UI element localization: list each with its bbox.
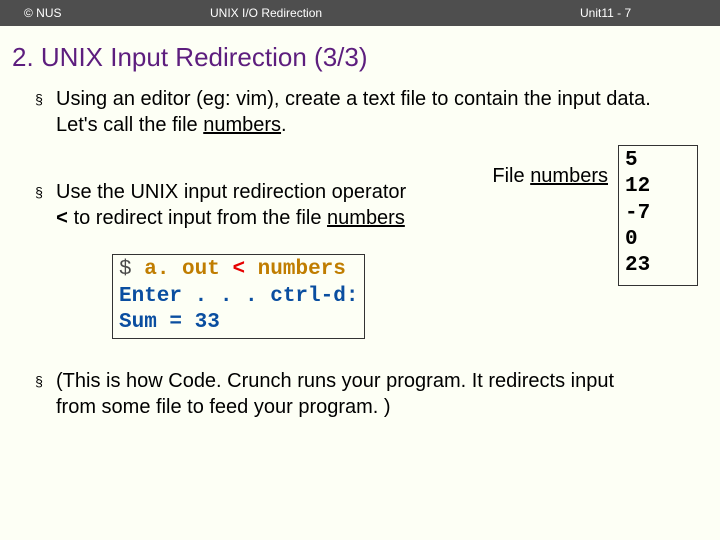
code-prompt: $	[119, 258, 144, 281]
bullet-marker: §	[22, 87, 56, 138]
b1-file: numbers	[203, 114, 281, 136]
code-out1: Enter . . . ctrl-d:	[119, 285, 358, 308]
file-line: 12	[625, 174, 691, 200]
slide-header: © NUS UNIX I/O Redirection Unit11 - 7	[0, 0, 720, 26]
code-cmd2: numbers	[258, 258, 346, 281]
bullet-2-text: Use the UNIX input redirection operator …	[56, 180, 406, 232]
file-label: File numbers	[492, 165, 608, 188]
file-line: -7	[625, 201, 691, 227]
bullet-1-text: Using an editor (eg: vim), create a text…	[56, 87, 690, 138]
terminal-box: $ a. out < numbers Enter . . . ctrl-d: S…	[112, 254, 365, 339]
b1-post: .	[281, 114, 287, 136]
b1-pre: Using an editor (eg: vim), create a text…	[56, 88, 651, 136]
slide-title: 2. UNIX Input Redirection (3/3)	[0, 26, 720, 87]
file-line: 5	[625, 148, 691, 174]
b2-file: numbers	[327, 207, 405, 229]
file-label-pre: File	[492, 165, 530, 187]
b2-mid: to redirect input from the file	[68, 207, 327, 229]
code-op: <	[232, 258, 257, 281]
header-title: UNIX I/O Redirection	[190, 6, 580, 20]
bullet-3-text: (This is how Code. Crunch runs your prog…	[56, 369, 690, 420]
code-out2: Sum = 33	[119, 311, 220, 334]
b2-l1: Use the UNIX input redirection operator	[56, 181, 406, 203]
b2-op: <	[56, 208, 68, 231]
bullet-marker: §	[22, 180, 56, 232]
file-label-name: numbers	[530, 165, 608, 187]
bullet-2: § Use the UNIX input redirection operato…	[22, 180, 690, 232]
header-pagenum: Unit11 - 7	[580, 6, 720, 20]
bullet-marker: §	[22, 369, 56, 420]
file-line: 0	[625, 227, 691, 253]
file-line: 23	[625, 253, 691, 279]
file-contents-box: 5 12 -7 0 23	[618, 145, 698, 286]
bullet-3: § (This is how Code. Crunch runs your pr…	[22, 369, 690, 420]
header-copyright: © NUS	[0, 6, 190, 20]
slide-content: § Using an editor (eg: vim), create a te…	[0, 87, 720, 420]
bullet-1: § Using an editor (eg: vim), create a te…	[22, 87, 690, 138]
code-cmd1: a. out	[144, 258, 232, 281]
